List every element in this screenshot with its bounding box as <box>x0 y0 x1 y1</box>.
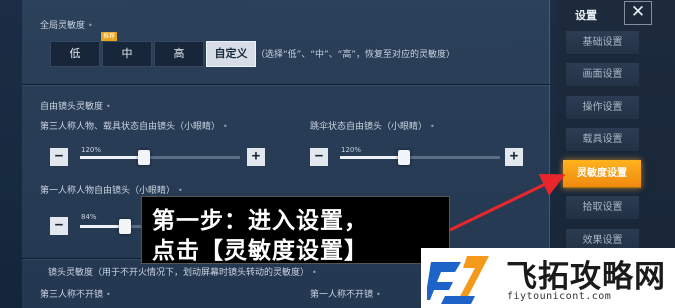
game-settings-screen: 全局灵敏度 • 低 中 高 自定义 推荐 （选择“低”、“中”、“高”，恢复至对应… <box>0 0 675 308</box>
site-logo-icon <box>427 256 489 304</box>
watermark-site-name: 飞拓攻略网 <box>506 259 666 295</box>
instruction-line-2: 点击【灵敏度设置】 <box>152 238 368 264</box>
instruction-line-1: 第一步：进入设置， <box>152 208 368 234</box>
instruction-callout: 第一步：进入设置， 点击【灵敏度设置】 <box>141 196 450 264</box>
site-watermark: 飞拓攻略网 fiytounicont.com <box>421 248 675 308</box>
watermark-domain: fiytounicont.com <box>507 291 612 302</box>
